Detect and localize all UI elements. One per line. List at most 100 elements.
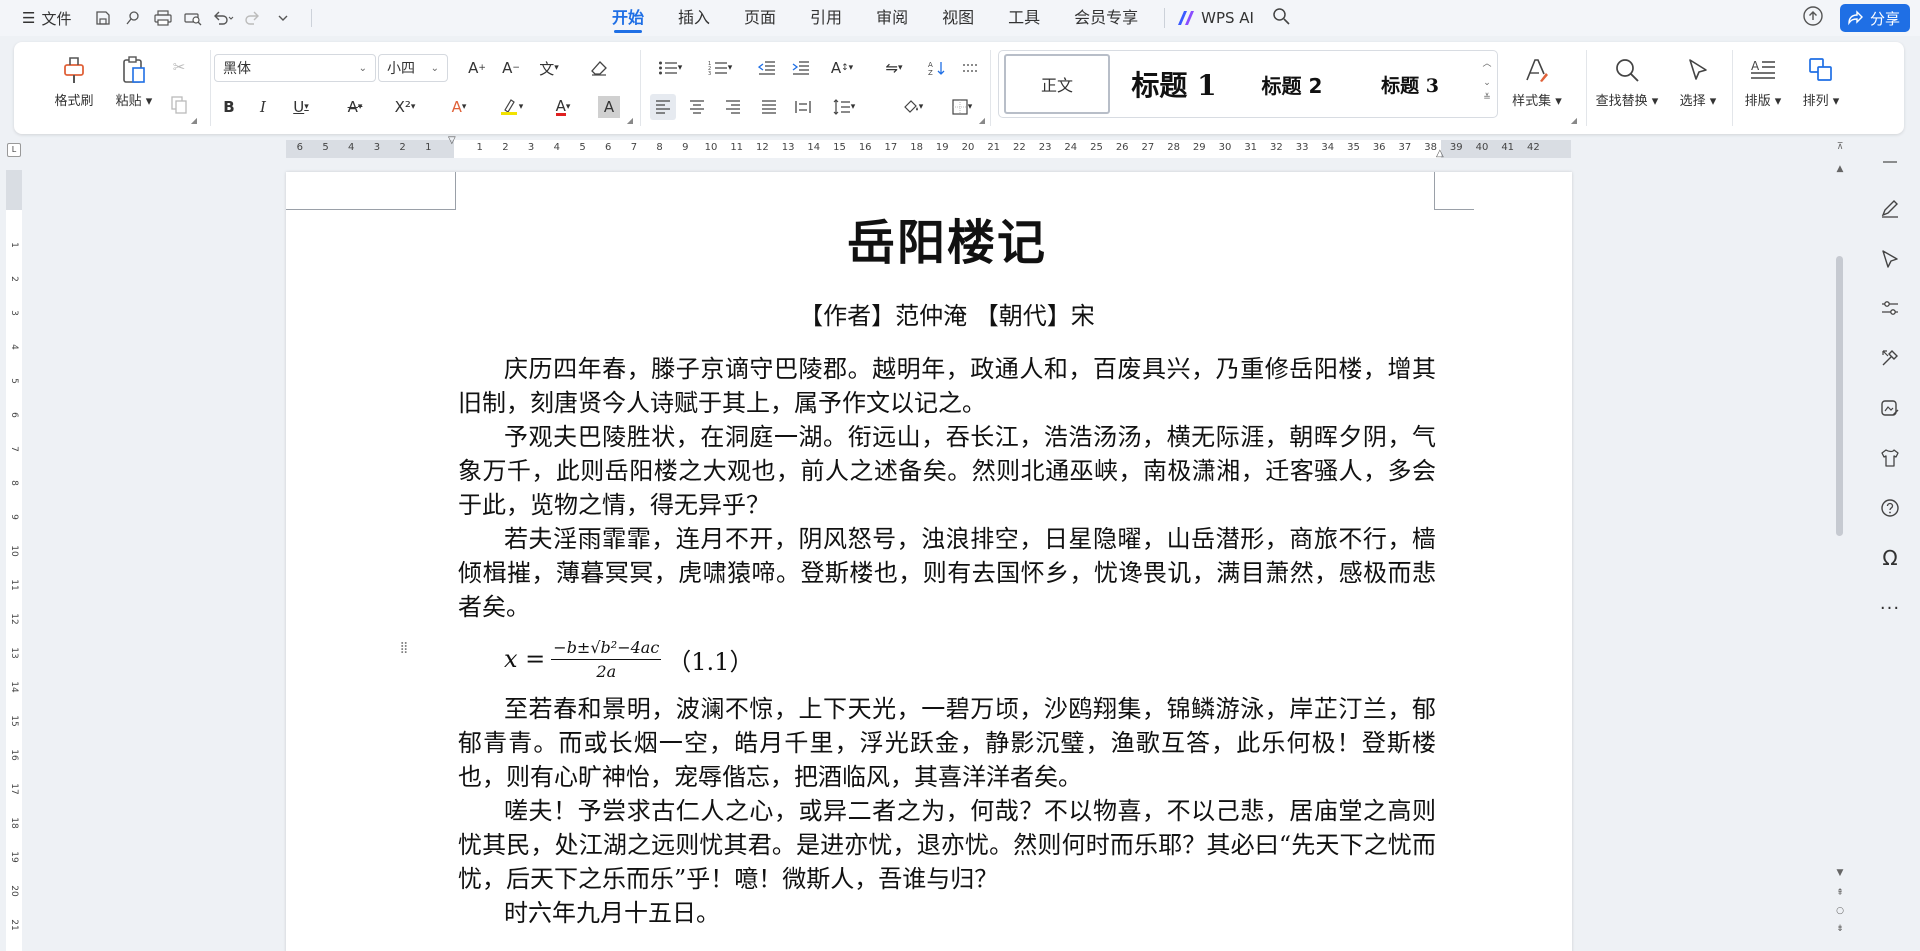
styles-scroll[interactable]: ︿ ⌄ ≚ (1481, 55, 1493, 103)
indent-marker-icon[interactable]: ▽ (448, 136, 456, 146)
scroll-up-icon[interactable]: ▲ (1832, 164, 1848, 174)
style-set-button[interactable]: 样式集 ▾ (1502, 50, 1572, 109)
font-size-select[interactable]: 小四 ⌄ (378, 54, 448, 82)
file-menu[interactable]: ☰ 文件 (22, 8, 71, 29)
italic-icon[interactable]: I (250, 94, 276, 120)
style-normal[interactable]: 正文 (1004, 54, 1110, 114)
decrease-indent-icon[interactable] (754, 55, 780, 81)
chevron-down-icon[interactable] (271, 6, 295, 30)
sliders-icon[interactable] (1876, 294, 1904, 322)
select-button[interactable]: 选择 ▾ (1670, 50, 1726, 109)
image-edit-icon[interactable] (1876, 394, 1904, 422)
chevron-up-icon[interactable]: ︿ (1481, 55, 1493, 74)
help-icon[interactable] (1876, 494, 1904, 522)
style-heading3[interactable]: 标题 3 (1355, 54, 1465, 114)
phonetic-guide-icon[interactable]: 文 ▾ (532, 55, 566, 81)
shading-icon[interactable]: ▾ (894, 94, 930, 120)
drag-handle-icon[interactable]: ⁞⁞ (400, 640, 408, 656)
more-icon[interactable]: ··· (1876, 594, 1904, 622)
layout-button[interactable]: A 排版 ▾ (1736, 50, 1790, 109)
document-body[interactable]: 岳阳楼记 【作者】范仲淹 【朝代】宋 庆历四年春，滕子京谪守巴陵郡。越明年，政通… (400, 208, 1436, 930)
collapse-panel-icon[interactable] (1876, 148, 1904, 176)
align-right-icon[interactable] (720, 94, 746, 120)
print-preview-icon[interactable] (181, 6, 205, 30)
increase-indent-icon[interactable] (788, 55, 814, 81)
strikethrough-icon[interactable]: A ▾ (338, 94, 372, 120)
font-dialog-launcher-icon[interactable]: ◢ (624, 114, 636, 126)
underline-icon[interactable]: U ▾ (284, 94, 318, 120)
tools-icon[interactable] (1876, 344, 1904, 372)
scroll-down-icon[interactable]: ▼ (1832, 868, 1848, 878)
pen-icon[interactable] (1876, 194, 1904, 222)
right-indent-marker-icon[interactable]: △ (1436, 148, 1444, 159)
font-name-select[interactable]: 黑体 ⌄ (214, 54, 376, 82)
character-shading-icon[interactable]: A (598, 96, 620, 118)
superscript-icon[interactable]: X² ▾ (388, 94, 422, 120)
group-divider (210, 50, 211, 126)
align-center-icon[interactable] (684, 94, 710, 120)
line-spacing-icon[interactable]: ▾ (826, 94, 862, 120)
link-icon[interactable] (121, 6, 145, 30)
style-heading2[interactable]: 标题 2 (1237, 54, 1347, 114)
numbered-list-icon[interactable]: 1 2 3 ▾ (702, 55, 738, 81)
crop-mark-top-right (1434, 172, 1474, 210)
horizontal-ruler[interactable]: 6 5 4 3 2 1 1 2 3 4 5 6 7 8 9 10 11 12 13 14 15 16 17 18 19 20 21 2… (0, 136, 1860, 160)
text-direction-icon[interactable]: A ↕▾ (824, 55, 860, 81)
highlight-icon[interactable]: ▾ (492, 94, 530, 120)
tab-view[interactable]: 视图 (942, 0, 974, 36)
undo-icon[interactable] (211, 6, 235, 30)
vertical-ruler[interactable]: 1 2 3 4 5 6 7 8 9 10 11 12 13 14 15 16 17 18 19 20 21 (6, 170, 22, 951)
tab-insert[interactable]: 插入 (678, 0, 710, 36)
redo-icon[interactable] (241, 6, 265, 30)
search-icon[interactable] (1272, 7, 1290, 29)
show-marks-icon[interactable] (958, 55, 984, 81)
chevron-down-icon[interactable]: ⌄ (1481, 74, 1493, 93)
omega-symbol-icon[interactable]: Ω (1876, 544, 1904, 572)
tab-page[interactable]: 页面 (744, 0, 776, 36)
grow-font-icon[interactable]: A + (464, 55, 490, 81)
cursor-arrow-icon[interactable] (1876, 244, 1904, 272)
distributed-align-icon[interactable] (790, 94, 816, 120)
paragraph-dialog-launcher-icon[interactable]: ◢ (976, 114, 988, 126)
shirt-icon[interactable] (1876, 444, 1904, 472)
paste-button[interactable]: 粘贴 ▾ (104, 50, 164, 109)
equation[interactable]: ⁞⁞ x = −b±√b²−4ac 2a （1.1） (400, 630, 1436, 688)
cloud-upload-icon[interactable] (1802, 6, 1824, 30)
text-effect-icon[interactable]: A ▾ (442, 94, 476, 120)
tab-home[interactable]: 开始 (612, 0, 644, 36)
shrink-font-icon[interactable]: A − (498, 55, 524, 81)
share-button[interactable]: 分享 (1839, 4, 1910, 32)
bullet-list-icon[interactable]: ▾ (652, 55, 688, 81)
wps-ai-button[interactable]: WPS AI (1177, 9, 1254, 27)
ruler-toggle-icon[interactable]: ⊼ (1832, 142, 1848, 152)
next-page-icon[interactable]: ⇟ (1832, 924, 1848, 934)
format-painter-button[interactable]: 格式刷 (44, 50, 104, 109)
scrollbar-thumb[interactable] (1836, 256, 1843, 536)
bold-icon[interactable]: B (216, 94, 242, 120)
borders-icon[interactable]: ▾ (944, 94, 980, 120)
tab-tools[interactable]: 工具 (1008, 0, 1040, 36)
arrange-button[interactable]: 排列 ▾ (1794, 50, 1848, 109)
top-right-actions: 分享 (1802, 4, 1910, 32)
styles-dialog-launcher-icon[interactable]: ◢ (1568, 114, 1580, 126)
clear-format-icon[interactable] (586, 55, 612, 81)
document-page[interactable]: 岳阳楼记 【作者】范仲淹 【朝代】宋 庆历四年春，滕子京谪守巴陵郡。越明年，政通… (286, 172, 1572, 951)
vertical-scrollbar[interactable]: ⊼ ▲ ▼ ⇞ ○ ⇟ (1832, 140, 1848, 951)
clipboard-dialog-launcher-icon[interactable]: ◢ (188, 114, 200, 126)
expand-gallery-icon[interactable]: ≚ (1481, 93, 1493, 103)
save-icon[interactable] (91, 6, 115, 30)
chinese-layout-icon[interactable]: ⇋ ▾ (876, 55, 912, 81)
style-heading1[interactable]: 标题 1 (1119, 54, 1229, 114)
tab-references[interactable]: 引用 (810, 0, 842, 36)
font-color-icon[interactable]: A ▾ (544, 94, 582, 120)
cut-icon[interactable]: ✂ (166, 54, 192, 80)
previous-page-icon[interactable]: ⇞ (1832, 888, 1848, 898)
browse-object-icon[interactable]: ○ (1832, 906, 1848, 916)
align-left-icon[interactable] (650, 94, 676, 120)
tab-review[interactable]: 审阅 (876, 0, 908, 36)
tab-member[interactable]: 会员专享 (1074, 0, 1138, 36)
sort-icon[interactable]: AZ (924, 55, 950, 81)
find-replace-button[interactable]: 查找替换 ▾ (1588, 50, 1666, 109)
print-icon[interactable] (151, 6, 175, 30)
justify-icon[interactable] (756, 94, 782, 120)
